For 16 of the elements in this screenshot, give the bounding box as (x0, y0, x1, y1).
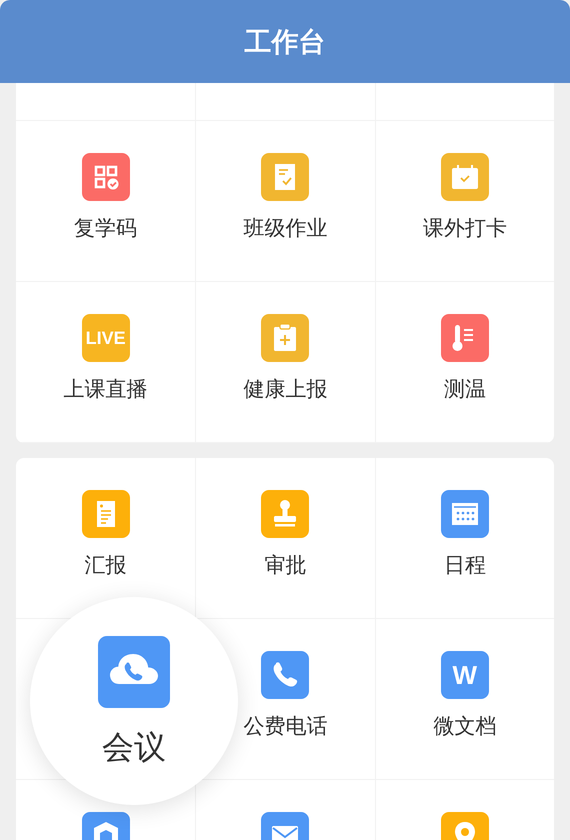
app-label[interactable]: 上课直播 (64, 376, 148, 404)
app-label[interactable]: 复学码 (74, 215, 138, 242)
app-label[interactable]: 课外打卡 (422, 215, 507, 242)
app-label[interactable]: 日程 (444, 552, 486, 580)
app-label: 会议 (102, 728, 166, 766)
app-label[interactable]: 微文档 (433, 713, 496, 740)
page-title: 工作台 (244, 26, 326, 60)
word-document-icon: W (440, 651, 489, 699)
magnifier[interactable]: 会议 (30, 597, 238, 805)
app-label[interactable]: 汇报 (84, 552, 127, 580)
app-label[interactable]: 测温 (444, 376, 486, 404)
app-label[interactable]: 班级作业 (243, 215, 328, 242)
live-icon: LIVE (82, 314, 130, 362)
app-label[interactable]: 健康上报 (243, 376, 328, 404)
app-label[interactable]: 公费电话 (243, 713, 328, 740)
app-label[interactable]: 审批 (264, 552, 306, 580)
